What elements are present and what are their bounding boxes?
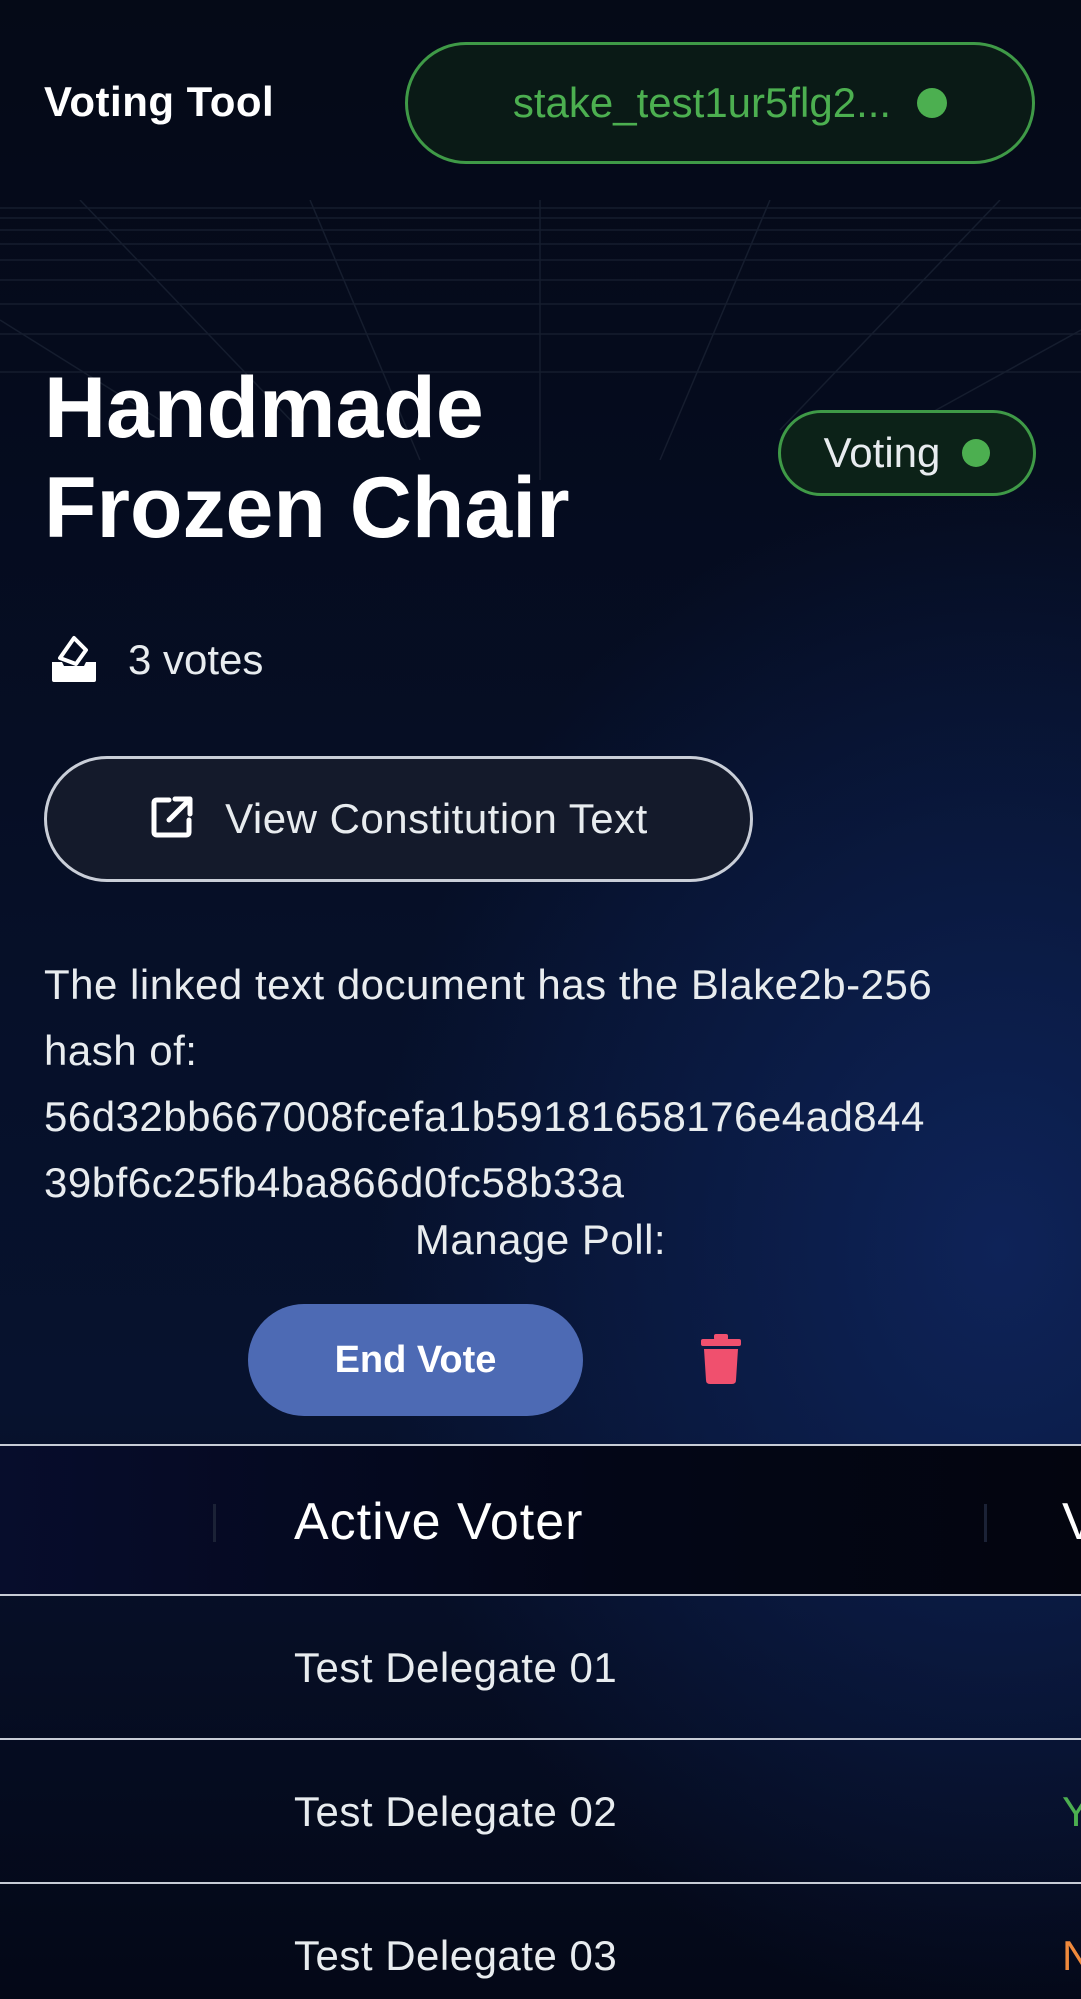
column-separator (213, 1504, 216, 1542)
hash-value-line2: 39bf6c25fb4ba866d0fc58b33a (44, 1159, 625, 1206)
table-row: Test Delegate 03 N (0, 1884, 1081, 1999)
voting-page: Voting Tool stake_test1ur5flg2... Handma… (0, 0, 1081, 1999)
column-separator (984, 1504, 987, 1542)
trash-icon (701, 1334, 741, 1388)
vote-count: 3 votes (48, 632, 263, 688)
manage-poll-label: Manage Poll: (414, 1216, 667, 1263)
voter-name: Test Delegate 02 (294, 1788, 618, 1835)
table-row: Test Delegate 02 Y (0, 1740, 1081, 1884)
document-hash-text: The linked text document has the Blake2b… (44, 952, 1054, 1216)
vote-value: N (1062, 1932, 1081, 1979)
ballot-box-icon (48, 632, 100, 688)
wallet-connect-button[interactable]: stake_test1ur5flg2... (405, 42, 1035, 164)
votes-table: Active Voter V Test Delegate 01 Test Del… (0, 1444, 1081, 1999)
hash-value-line1: 56d32bb667008fcefa1b59181658176e4ad844 (44, 1093, 925, 1140)
voter-name: Test Delegate 03 (294, 1932, 618, 1979)
poll-status-label: Voting (823, 429, 941, 476)
poll-title-line1: Handmade (44, 360, 484, 456)
hash-intro-line2: hash of: (44, 1027, 198, 1074)
end-vote-button[interactable]: End Vote (248, 1304, 583, 1416)
vote-value: Y (1062, 1788, 1081, 1835)
wallet-address: stake_test1ur5flg2... (512, 79, 892, 126)
poll-title-line2: Frozen Chair (44, 460, 570, 556)
poll-status-badge: Voting (778, 410, 1036, 496)
wallet-status-dot (917, 88, 948, 118)
poll-status-dot (962, 439, 991, 467)
vote-count-label: 3 votes (128, 636, 264, 683)
external-link-icon (149, 794, 195, 844)
table-header: Active Voter V (0, 1444, 1081, 1596)
view-constitution-label: View Constitution Text (225, 795, 648, 842)
table-row: Test Delegate 01 (0, 1596, 1081, 1740)
app-title: Voting Tool (44, 78, 275, 125)
poll-title: Handmade Frozen Chair (44, 358, 744, 558)
column-header-active-voter: Active Voter (294, 1493, 584, 1551)
delete-poll-button[interactable] (690, 1330, 752, 1392)
voter-name: Test Delegate 01 (294, 1644, 618, 1691)
hash-intro-line1: The linked text document has the Blake2b… (44, 961, 933, 1008)
column-header-vote: V (1062, 1493, 1081, 1551)
view-constitution-button[interactable]: View Constitution Text (44, 756, 753, 882)
